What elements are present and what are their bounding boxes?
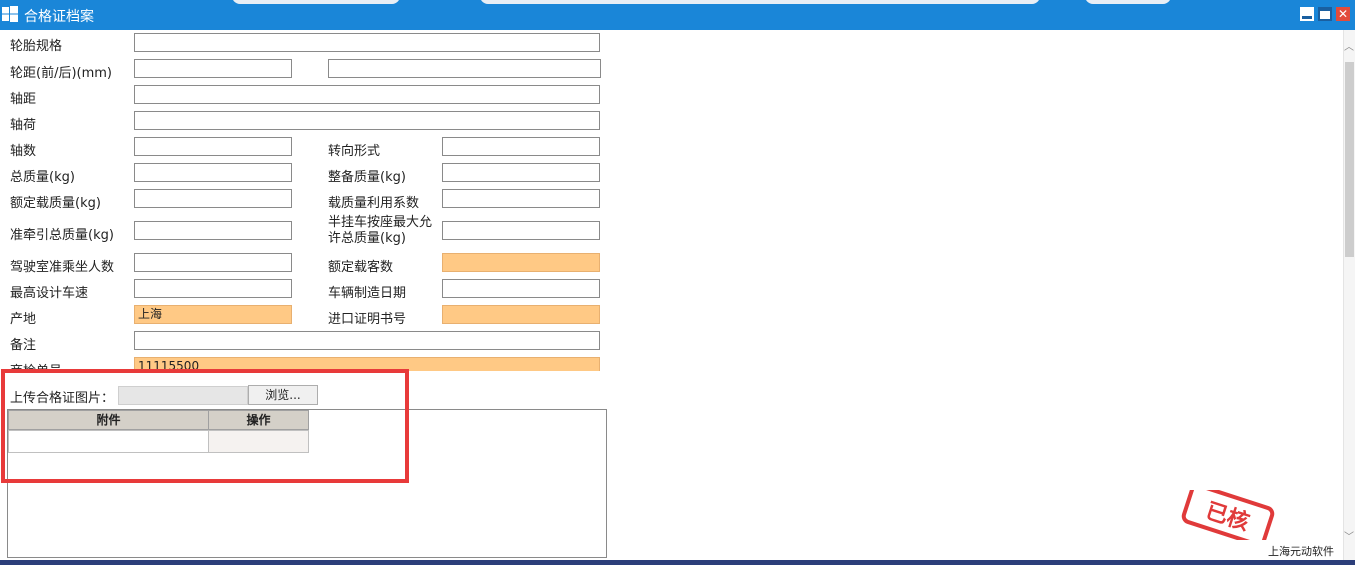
highlight-box — [1, 369, 409, 483]
minimize-icon[interactable] — [1300, 7, 1314, 21]
rated-passengers-input[interactable] — [442, 253, 600, 272]
axle-count-label: 轴数 — [10, 144, 37, 159]
curb-mass-label: 整备质量(kg) — [328, 170, 406, 185]
gross-mass-input[interactable] — [134, 163, 292, 182]
track-width-label: 轮距(前/后)(mm) — [10, 66, 112, 81]
towing-mass-input[interactable] — [134, 221, 292, 240]
axle-load-label: 轴荷 — [10, 118, 37, 133]
load-utilization-input[interactable] — [442, 189, 600, 208]
tire-spec-label: 轮胎规格 — [10, 39, 63, 54]
windows-logo-icon — [2, 6, 18, 22]
close-icon[interactable]: ✕ — [1336, 7, 1350, 21]
load-utilization-label: 载质量利用系数 — [328, 196, 420, 211]
tire-spec-input[interactable] — [134, 33, 600, 52]
scroll-down-icon[interactable]: ﹀ — [1343, 528, 1355, 543]
background-tab[interactable] — [232, 0, 400, 4]
scroll-thumb[interactable] — [1345, 62, 1354, 257]
rated-load-label: 额定载质量(kg) — [10, 196, 101, 211]
curb-mass-input[interactable] — [442, 163, 600, 182]
semi-trailer-mass-label: 半挂车按座最大允许总质量(kg) — [328, 215, 433, 246]
rated-passengers-label: 额定载客数 — [328, 260, 394, 275]
origin-label: 产地 — [10, 312, 37, 327]
track-front-input[interactable] — [134, 59, 292, 78]
towing-mass-label: 准牵引总质量(kg) — [10, 228, 114, 243]
cab-occupancy-input[interactable] — [134, 253, 292, 272]
title-bar: 合格证档案 — [0, 0, 1355, 30]
wheelbase-input[interactable] — [134, 85, 600, 104]
gross-mass-label: 总质量(kg) — [10, 170, 75, 185]
background-tab[interactable] — [480, 0, 1040, 4]
track-rear-input[interactable] — [328, 59, 601, 78]
rated-load-input[interactable] — [134, 189, 292, 208]
background-tab[interactable] — [1085, 0, 1171, 4]
company-name: 上海元动软件 — [1268, 545, 1334, 558]
max-speed-label: 最高设计车速 — [10, 286, 89, 301]
manufacture-date-label: 车辆制造日期 — [328, 286, 407, 301]
maximize-icon[interactable] — [1318, 7, 1332, 21]
import-cert-input[interactable] — [442, 305, 600, 324]
scroll-up-icon[interactable]: ︿ — [1343, 38, 1355, 53]
import-cert-label: 进口证明书号 — [328, 312, 407, 327]
origin-input[interactable]: 上海 — [134, 305, 292, 324]
semi-trailer-mass-input[interactable] — [442, 221, 600, 240]
steering-type-input[interactable] — [442, 137, 600, 156]
bottom-bar — [0, 560, 1355, 565]
remarks-input[interactable] — [134, 331, 600, 350]
steering-type-label: 转向形式 — [328, 144, 381, 159]
remarks-label: 备注 — [10, 338, 37, 353]
wheelbase-label: 轴距 — [10, 92, 37, 107]
axle-count-input[interactable] — [134, 137, 292, 156]
approval-stamp: 已核 — [1181, 490, 1275, 540]
axle-load-input[interactable] — [134, 111, 600, 130]
max-speed-input[interactable] — [134, 279, 292, 298]
manufacture-date-input[interactable] — [442, 279, 600, 298]
window-title: 合格证档案 — [24, 9, 94, 25]
cab-occupancy-label: 驾驶室准乘坐人数 — [10, 260, 115, 275]
